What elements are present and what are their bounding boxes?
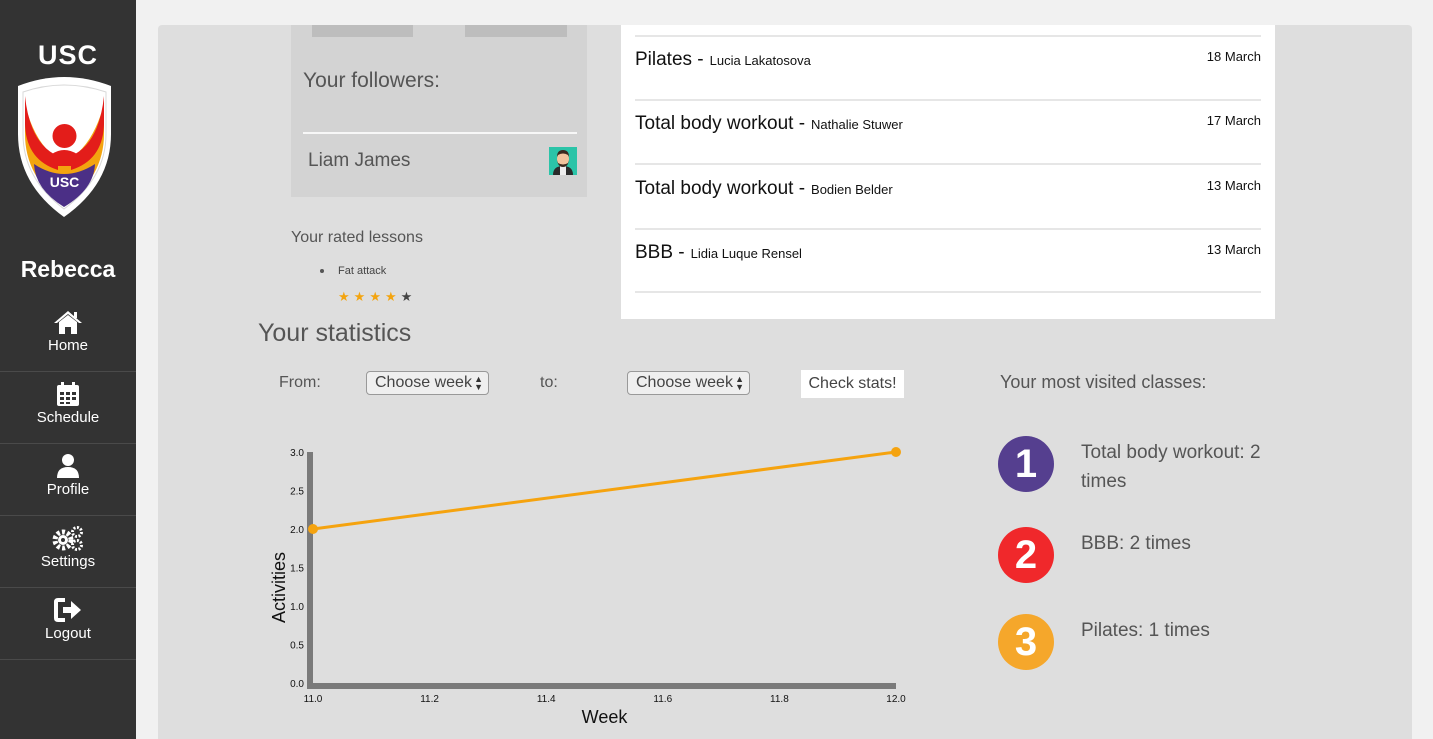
y-tick-label: 1.5 [290, 564, 304, 575]
to-week-value: Choose week [636, 374, 733, 391]
most-visited-text: Total body workout: 2 times [1081, 442, 1261, 492]
user-icon [57, 454, 79, 478]
sidebar-item-logout[interactable]: Logout [0, 588, 136, 660]
lesson-instructor: Nathalie Stuwer [811, 117, 903, 132]
select-arrows-icon: ▲ ▼ [735, 374, 744, 392]
y-tick-label: 3.0 [290, 448, 304, 459]
divider [635, 35, 1261, 37]
lesson-name: BBB - [635, 242, 685, 263]
sidebar-item-schedule[interactable]: Schedule [0, 372, 136, 444]
home-icon [54, 311, 82, 334]
followers-card: Your followers: Liam James [291, 25, 587, 197]
sidebar-nav: Home Schedule Profile Settings Logout [0, 300, 136, 660]
followers-title: Your followers: [303, 69, 440, 92]
follower-name[interactable]: Liam James [308, 150, 410, 172]
sidebar: USC USC Rebecca Home Schedule Profile Se… [0, 0, 136, 739]
placeholder-block [312, 25, 413, 37]
bullet [320, 269, 324, 274]
y-tick-label: 0.0 [290, 679, 304, 690]
lesson-name: Pilates - [635, 49, 704, 70]
rank-badge: 1 [998, 436, 1054, 492]
from-week-select[interactable]: Choose week ▲ ▼ [366, 371, 489, 395]
divider [635, 291, 1261, 293]
rank-badge: 3 [998, 614, 1054, 670]
avatar-icon[interactable] [549, 147, 577, 175]
lesson-name: Total body workout - [635, 178, 806, 199]
lesson-instructor: Lucia Lakatosova [709, 53, 811, 68]
list-item[interactable]: Total body workout - Nathalie Stuwer 17 M… [635, 113, 1261, 135]
x-tick-label: 11.4 [537, 694, 556, 705]
list-item[interactable]: BBB - Lidia Luque Rensel 13 March [635, 242, 1261, 264]
most-visited-text: Pilates: 1 times [1081, 620, 1210, 641]
to-week-select[interactable]: Choose week ▲ ▼ [627, 371, 750, 395]
list-item[interactable]: Pilates - Lucia Lakatosova 18 March [635, 49, 1261, 71]
rated-lesson-item: Fat attack [320, 265, 386, 277]
y-tick-label: 1.0 [290, 602, 304, 613]
y-axis-line [307, 452, 313, 687]
most-visited-title: Your most visited classes: [1000, 372, 1207, 392]
lesson-date: 18 March [1206, 49, 1261, 64]
most-visited-text: BBB: 2 times [1081, 533, 1191, 554]
statistics-title: Your statistics [258, 319, 412, 347]
data-point [891, 447, 901, 457]
divider [635, 228, 1261, 230]
list-item[interactable]: Total body workout - Bodien Belder 13 Mar… [635, 178, 1261, 200]
lesson-instructor: Bodien Belder [811, 182, 893, 197]
rank-badge: 2 [998, 527, 1054, 583]
from-week-value: Choose week [375, 374, 472, 391]
series-line [312, 450, 897, 531]
activities-chart: 0.0 0.5 1.0 1.5 2.0 2.5 3.0 11.0 11.2 11.4 11.6 11.… [269, 447, 906, 727]
check-stats-button[interactable]: Check stats! [801, 370, 904, 398]
username: Rebecca [20, 256, 116, 282]
logo-text: USC [50, 174, 80, 190]
sidebar-item-profile[interactable]: Profile [0, 444, 136, 516]
x-axis-line [307, 683, 896, 689]
placeholder-block [465, 25, 567, 37]
data-point [308, 524, 318, 534]
y-tick-label: 2.5 [290, 487, 304, 498]
sidebar-item-label: Logout [45, 625, 91, 642]
rated-lesson-name: Fat attack [338, 265, 387, 277]
y-tick-label: 2.0 [290, 525, 304, 536]
star-icon: ★ [400, 289, 417, 304]
x-tick-label: 12.0 [886, 694, 906, 705]
rated-lessons-title: Your rated lessons [291, 229, 423, 246]
to-label: to: [540, 374, 558, 391]
brand-title: USC [37, 40, 98, 70]
gears-icon [52, 526, 83, 551]
sidebar-item-label: Schedule [36, 409, 100, 426]
calendar-icon [57, 382, 79, 406]
lesson-date: 13 March [1206, 242, 1261, 257]
lesson-date: 13 March [1206, 178, 1261, 193]
star-icon: ★ [353, 289, 370, 304]
x-axis-label: Week [582, 707, 629, 727]
y-axis-label: Activities [269, 552, 289, 623]
star-icon: ★ [338, 289, 354, 304]
sidebar-item-label: Home [47, 337, 88, 354]
usc-logo: USC [18, 77, 111, 217]
sidebar-item-label: Profile [46, 481, 90, 498]
divider [303, 132, 577, 134]
lessons-card: Pilates - Lucia Lakatosova 18 March Total… [621, 25, 1275, 319]
select-arrows-icon: ▲ ▼ [474, 374, 483, 392]
sidebar-item-settings[interactable]: Settings [0, 516, 136, 588]
star-icon: ★ [369, 289, 385, 304]
star-rating[interactable]: ★★★★★ [338, 289, 416, 305]
y-tick-label: 0.5 [290, 641, 304, 652]
main-panel: Your followers: Liam James Your rated le… [158, 25, 1412, 739]
x-tick-label: 11.2 [420, 694, 439, 705]
lesson-instructor: Lidia Luque Rensel [690, 246, 802, 261]
logout-icon [54, 598, 81, 622]
sidebar-item-home[interactable]: Home [0, 300, 136, 372]
x-tick-label: 11.0 [304, 694, 323, 705]
star-icon: ★ [384, 289, 401, 304]
from-label: From: [279, 374, 321, 391]
divider [635, 99, 1261, 101]
divider [635, 163, 1261, 165]
x-tick-label: 11.6 [653, 694, 672, 705]
x-tick-label: 11.8 [770, 694, 789, 705]
sidebar-item-label: Settings [40, 553, 96, 570]
lesson-name: Total body workout - [635, 113, 806, 134]
lesson-date: 17 March [1206, 113, 1261, 128]
